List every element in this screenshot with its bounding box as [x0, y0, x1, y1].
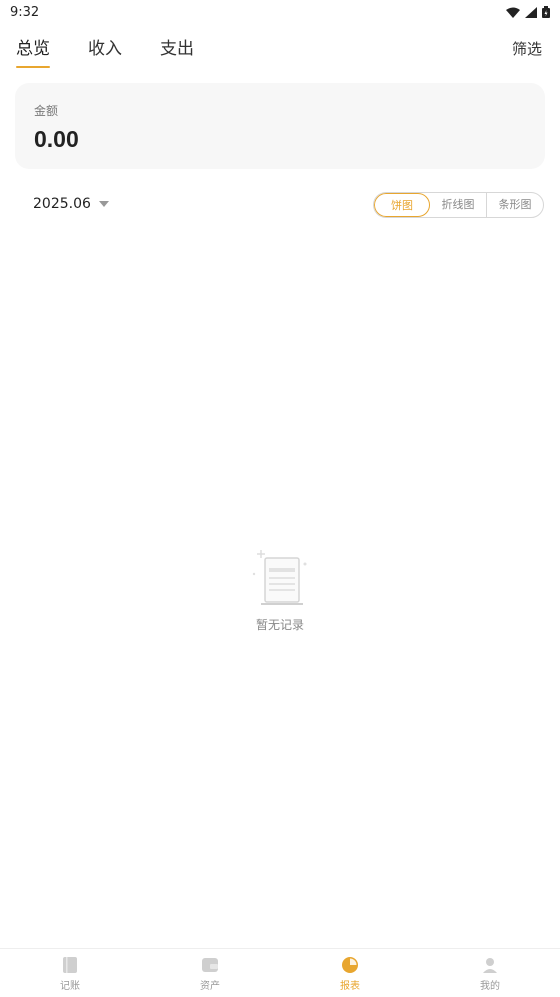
document-icon — [252, 550, 307, 605]
tab-income[interactable]: 收入 — [88, 34, 122, 64]
status-bar: 9:32 — [0, 0, 560, 24]
period-value: 2025.06 — [33, 196, 91, 212]
nav-label: 资产 — [200, 981, 220, 992]
filter-button[interactable]: 筛选 — [512, 38, 542, 59]
chart-mode-pie[interactable]: 饼图 — [374, 193, 430, 217]
bottom-navigation: 记账 资产 报表 我的 — [0, 948, 560, 997]
tab-expense[interactable]: 支出 — [160, 34, 194, 64]
nav-label: 记账 — [60, 981, 80, 992]
user-icon — [483, 958, 497, 973]
nav-reports[interactable]: 报表 — [280, 949, 420, 997]
nav-profile[interactable]: 我的 — [420, 949, 560, 997]
wifi-icon — [506, 7, 520, 18]
amount-value: 0.00 — [34, 126, 79, 152]
amount-summary-card: 金额 0.00 — [15, 83, 545, 169]
nav-bookkeeping[interactable]: 记账 — [0, 949, 140, 997]
empty-state: 暂无记录 — [0, 544, 560, 633]
period-selector[interactable]: 2025.06 — [33, 196, 109, 212]
status-icons — [506, 6, 550, 18]
empty-state-text: 暂无记录 — [255, 618, 304, 632]
battery-icon — [542, 6, 550, 18]
wallet-icon — [202, 958, 218, 972]
pie-chart-icon — [342, 957, 358, 973]
nav-label: 报表 — [340, 981, 360, 992]
chart-mode-line[interactable]: 折线图 — [430, 193, 487, 217]
overview-tabs: 总览 收入 支出 — [16, 34, 194, 68]
status-time: 9:32 — [10, 4, 40, 20]
nav-label: 我的 — [480, 981, 500, 992]
tab-overview[interactable]: 总览 — [16, 34, 50, 68]
nav-assets[interactable]: 资产 — [140, 949, 280, 997]
chart-mode-bar[interactable]: 条形图 — [487, 193, 543, 217]
signal-icon — [525, 6, 537, 18]
amount-label: 金额 — [34, 104, 59, 118]
book-icon — [63, 957, 77, 973]
chart-mode-switch: 饼图 折线图 条形图 — [373, 192, 544, 218]
caret-down-icon — [98, 201, 109, 207]
